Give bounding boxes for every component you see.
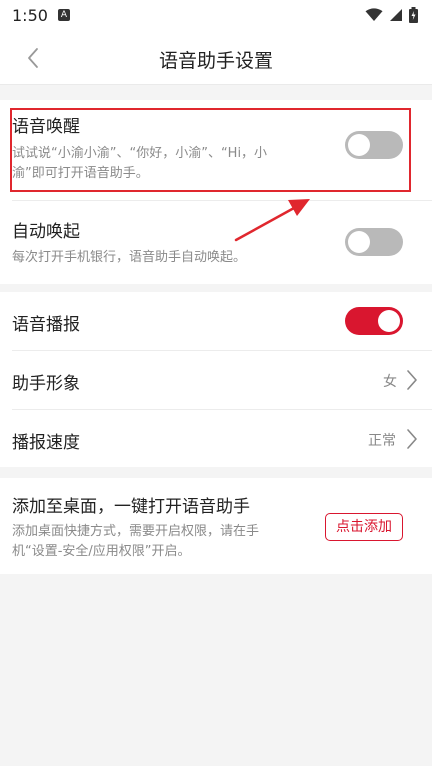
chevron-right-icon: [407, 429, 417, 449]
battery-icon: [409, 7, 418, 23]
voice-wakeup-desc-line2: 渝”即可打开语音助手。: [12, 166, 149, 181]
voice-broadcast-title: 语音播报: [12, 315, 80, 335]
add-to-desktop-button[interactable]: 点击添加: [325, 513, 403, 541]
broadcast-speed-value: 正常: [368, 433, 396, 449]
wifi-icon: [365, 8, 383, 21]
chevron-right-icon: [407, 370, 417, 390]
broadcast-speed-row[interactable]: 播报速度 正常: [0, 410, 432, 467]
voice-broadcast-row: 语音播报: [0, 292, 432, 350]
status-icons: [365, 7, 418, 23]
toggle-knob: [378, 310, 400, 332]
auto-wakeup-toggle[interactable]: [345, 228, 403, 256]
assistant-image-title: 助手形象: [12, 374, 80, 394]
auto-wakeup-row: 自动唤起 每次打开手机银行，语音助手自动唤起。: [0, 201, 432, 284]
voice-wakeup-row: 语音唤醒 试试说“小渝小渝”、“你好，小渝”、“Hi，小 渝”即可打开语音助手。: [0, 100, 432, 200]
broadcast-speed-title: 播报速度: [12, 433, 80, 453]
voice-wakeup-toggle[interactable]: [345, 131, 403, 159]
voice-wakeup-title: 语音唤醒: [12, 117, 80, 137]
toggle-knob: [348, 231, 370, 253]
status-time: 1:50: [12, 6, 48, 25]
auto-wakeup-title: 自动唤起: [12, 222, 80, 242]
assistant-image-row[interactable]: 助手形象 女: [0, 351, 432, 409]
add-to-desktop-title: 添加至桌面，一键打开语音助手: [12, 497, 250, 517]
page-title: 语音助手设置: [158, 50, 273, 72]
add-to-desktop-desc-line2: 机“设置-安全/应用权限”开启。: [12, 544, 191, 559]
notification-badge-icon: A: [58, 9, 70, 21]
signal-icon: [390, 9, 402, 21]
toggle-knob: [348, 134, 370, 156]
auto-wakeup-desc: 每次打开手机银行，语音助手自动唤起。: [12, 250, 247, 265]
voice-wakeup-desc-line1: 试试说“小渝小渝”、“你好，小渝”、“Hi，小: [12, 146, 268, 161]
add-to-desktop-desc-line1: 添加桌面快捷方式，需要开启权限，请在手: [12, 524, 260, 539]
wakeup-settings-group: 语音唤醒 试试说“小渝小渝”、“你好，小渝”、“Hi，小 渝”即可打开语音助手。…: [0, 100, 432, 284]
voice-broadcast-toggle[interactable]: [345, 307, 403, 335]
assistant-image-value: 女: [383, 374, 397, 390]
broadcast-settings-group: 语音播报 助手形象 女 播报速度 正常: [0, 292, 432, 467]
status-bar: 1:50 A: [0, 0, 432, 32]
header-bar: 语音助手设置: [0, 32, 432, 85]
